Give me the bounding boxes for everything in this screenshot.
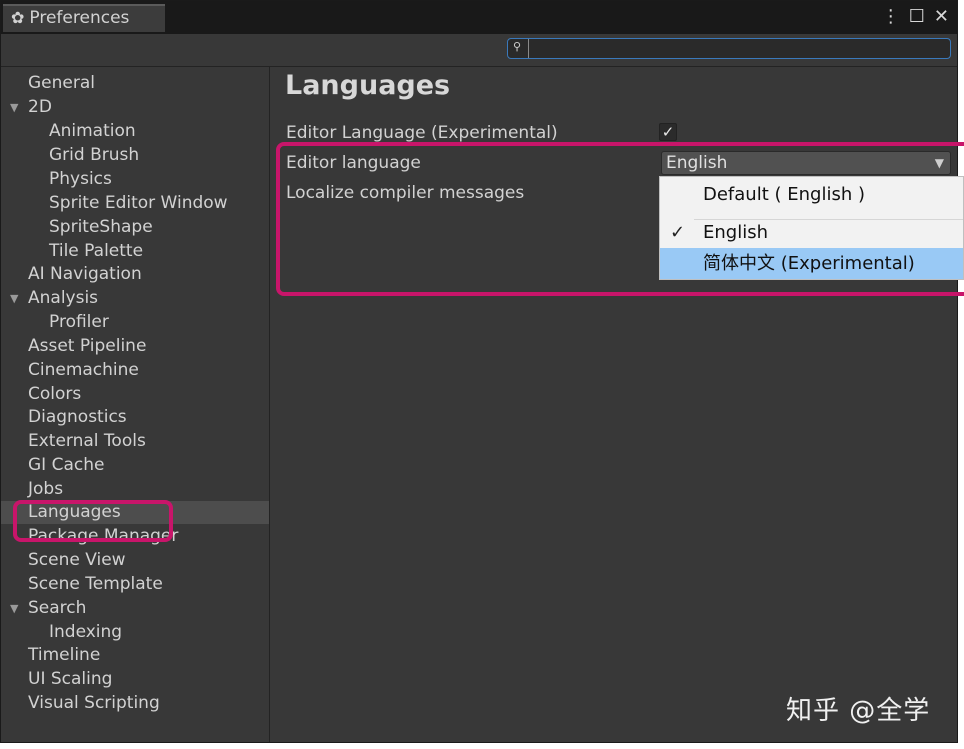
- preferences-window: ✿ Preferences ⋮ ☐ ✕ ⚲ General ▼ 2D Animati…: [0, 0, 958, 743]
- editor-language-dropdown[interactable]: English ▼: [661, 151, 951, 175]
- language-dropdown-menu: Default ( English ) ✓ English 简体中文 (Exper…: [659, 176, 964, 280]
- gear-icon: ✿: [11, 8, 25, 27]
- title-bar: ✿ Preferences ⋮ ☐ ✕: [1, 1, 957, 34]
- sidebar-item-package-manager[interactable]: Package Manager: [1, 525, 269, 548]
- more-options-icon[interactable]: ⋮: [882, 6, 900, 27]
- sidebar-item-colors[interactable]: Colors: [1, 383, 269, 406]
- search-field[interactable]: ⚲: [507, 38, 951, 59]
- expand-arrow-icon[interactable]: ▼: [10, 598, 18, 620]
- sidebar-item-cinemachine[interactable]: Cinemachine: [1, 359, 269, 382]
- sidebar-item-scene-view[interactable]: Scene View: [1, 549, 269, 572]
- maximize-icon[interactable]: ☐: [909, 6, 925, 27]
- editor-language-experimental-checkbox[interactable]: ✓: [659, 123, 677, 141]
- sidebar-item-visual-scripting[interactable]: Visual Scripting: [1, 692, 269, 715]
- tab-preferences[interactable]: ✿ Preferences: [3, 4, 165, 32]
- dropdown-arrow-icon: ▼: [934, 156, 944, 170]
- sidebar-item-grid-brush[interactable]: Grid Brush: [1, 144, 269, 167]
- sidebar-item-ai-navigation[interactable]: AI Navigation: [1, 263, 269, 286]
- sidebar-item-general[interactable]: General: [1, 72, 269, 95]
- sidebar-item-timeline[interactable]: Timeline: [1, 644, 269, 667]
- editor-language-selected: English: [666, 153, 728, 173]
- sidebar-item-external-tools[interactable]: External Tools: [1, 430, 269, 453]
- sidebar-item-jobs[interactable]: Jobs: [1, 478, 269, 501]
- sidebar-item-physics[interactable]: Physics: [1, 168, 269, 191]
- window-controls: ⋮ ☐ ✕: [882, 6, 949, 27]
- sidebar-item-search[interactable]: ▼ Search: [1, 597, 269, 620]
- preferences-sidebar: General ▼ 2D Animation Grid Brush Physics…: [1, 67, 270, 742]
- search-icon: ⚲: [513, 40, 522, 53]
- expand-arrow-icon[interactable]: ▼: [10, 97, 18, 119]
- sidebar-item-ui-scaling[interactable]: UI Scaling: [1, 668, 269, 691]
- close-icon[interactable]: ✕: [934, 6, 949, 27]
- checkmark-icon: ✓: [661, 123, 675, 141]
- sidebar-item-animation[interactable]: Animation: [1, 120, 269, 143]
- sidebar-item-spriteshape[interactable]: SpriteShape: [1, 216, 269, 239]
- checkmark-icon: ✓: [670, 222, 686, 243]
- editor-language-label: Editor language: [286, 153, 421, 173]
- editor-language-experimental-label: Editor Language (Experimental): [286, 123, 558, 143]
- sidebar-item-tile-palette[interactable]: Tile Palette: [1, 240, 269, 263]
- search-input[interactable]: [528, 39, 946, 58]
- sidebar-item-asset-pipeline[interactable]: Asset Pipeline: [1, 335, 269, 358]
- sidebar-item-gi-cache[interactable]: GI Cache: [1, 454, 269, 477]
- sidebar-item-scene-template[interactable]: Scene Template: [1, 573, 269, 596]
- sidebar-item-analysis[interactable]: ▼ Analysis: [1, 287, 269, 310]
- menu-item-english[interactable]: ✓ English: [660, 217, 963, 248]
- preferences-content: Languages Editor Language (Experimental)…: [270, 67, 957, 742]
- toolbar: ⚲: [1, 34, 957, 67]
- sidebar-item-diagnostics[interactable]: Diagnostics: [1, 406, 269, 429]
- localize-compiler-messages-label: Localize compiler messages: [286, 183, 525, 203]
- sidebar-item-2d[interactable]: ▼ 2D: [1, 96, 269, 119]
- menu-item-default-english[interactable]: Default ( English ): [660, 179, 963, 210]
- tab-title: Preferences: [29, 8, 130, 28]
- sidebar-item-profiler[interactable]: Profiler: [1, 311, 269, 334]
- menu-item-simplified-chinese[interactable]: 简体中文 (Experimental): [660, 248, 963, 279]
- expand-arrow-icon[interactable]: ▼: [10, 288, 18, 310]
- sidebar-item-languages[interactable]: Languages: [1, 501, 269, 524]
- sidebar-item-indexing[interactable]: Indexing: [1, 621, 269, 644]
- watermark: 知乎 @全学: [786, 696, 931, 726]
- sidebar-item-sprite-editor-window[interactable]: Sprite Editor Window: [1, 192, 269, 215]
- page-title: Languages: [285, 70, 451, 101]
